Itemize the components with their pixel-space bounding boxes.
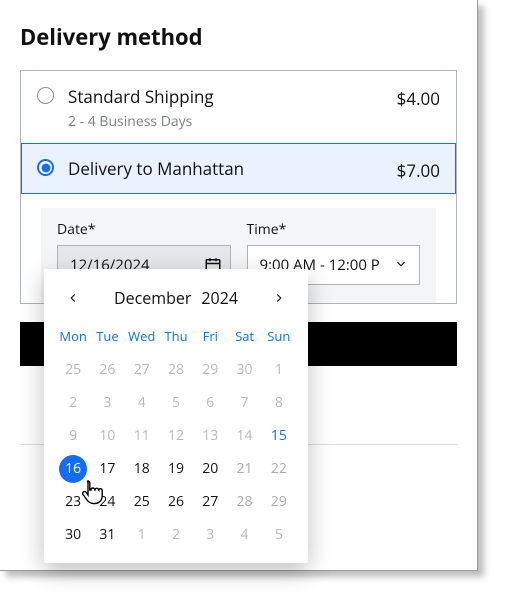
calendar-day: 14	[227, 419, 261, 452]
calendar-day: 11	[125, 419, 159, 452]
method-title: Standard Shipping	[68, 85, 397, 108]
calendar-day: 2	[56, 386, 90, 419]
calendar-day[interactable]: 16	[56, 452, 90, 485]
calendar-day[interactable]: 19	[159, 452, 193, 485]
calendar-day: 4	[227, 518, 261, 551]
calendar-day: 7	[227, 386, 261, 419]
time-label: Time*	[247, 220, 421, 239]
calendar-day[interactable]: 29	[262, 485, 296, 518]
week-row: 2526272829301	[44, 353, 308, 386]
calendar-day: 5	[262, 518, 296, 551]
calendar-day: 12	[159, 419, 193, 452]
calendar-day[interactable]: 17	[90, 452, 124, 485]
calendar-day: 3	[193, 518, 227, 551]
calendar-day: 26	[90, 353, 124, 386]
dow: Sun	[262, 323, 296, 353]
calendar-day: 1	[262, 353, 296, 386]
dow: Mon	[56, 323, 90, 353]
calendar-day[interactable]: 15	[262, 419, 296, 452]
week-row: 23242526272829	[44, 485, 308, 518]
calendar-day[interactable]: 23	[56, 485, 90, 518]
month-label: December	[114, 287, 191, 309]
method-price: $4.00	[397, 87, 440, 110]
calendar-day: 4	[125, 386, 159, 419]
section-title: Delivery method	[20, 22, 457, 52]
radio-icon[interactable]	[37, 87, 54, 104]
calendar-day: 1	[125, 518, 159, 551]
calendar-day[interactable]: 21	[227, 452, 261, 485]
calendar-day: 10	[90, 419, 124, 452]
dow: Wed	[125, 323, 159, 353]
date-picker-header: December 2024	[44, 269, 308, 323]
calendar-day: 29	[193, 353, 227, 386]
delivery-method-card: Delivery method Standard Shipping 2 - 4 …	[0, 0, 478, 571]
month-year-title: December 2024	[114, 287, 238, 309]
method-standard[interactable]: Standard Shipping 2 - 4 Business Days $4…	[21, 71, 456, 143]
calendar-day[interactable]: 22	[262, 452, 296, 485]
week-row: 9101112131415	[44, 419, 308, 452]
method-main: Standard Shipping 2 - 4 Business Days	[68, 85, 397, 131]
method-title: Delivery to Manhattan	[68, 157, 397, 180]
date-label: Date*	[57, 220, 231, 239]
calendar-day[interactable]: 26	[159, 485, 193, 518]
calendar-day: 9	[56, 419, 90, 452]
method-subtitle: 2 - 4 Business Days	[68, 112, 397, 131]
prev-month-button[interactable]	[62, 287, 84, 309]
calendar-day[interactable]: 31	[90, 518, 124, 551]
calendar-day: 8	[262, 386, 296, 419]
dow: Sat	[227, 323, 261, 353]
method-price: $7.00	[397, 159, 440, 182]
calendar-day: 2	[159, 518, 193, 551]
year-label: 2024	[201, 287, 238, 309]
dow: Thu	[159, 323, 193, 353]
dow-row: Mon Tue Wed Thu Fri Sat Sun	[44, 323, 308, 353]
calendar-day[interactable]: 18	[125, 452, 159, 485]
method-manhattan[interactable]: Delivery to Manhattan $7.00	[21, 143, 456, 194]
calendar-day: 5	[159, 386, 193, 419]
calendar-day[interactable]: 25	[125, 485, 159, 518]
radio-icon[interactable]	[37, 159, 54, 176]
week-row: 303112345	[44, 518, 308, 551]
dow: Tue	[90, 323, 124, 353]
date-picker-popover: December 2024 Mon Tue Wed Thu Fri Sat Su…	[44, 269, 308, 563]
calendar-day: 30	[227, 353, 261, 386]
next-month-button[interactable]	[268, 287, 290, 309]
dow: Fri	[193, 323, 227, 353]
calendar-day: 13	[193, 419, 227, 452]
calendar-day[interactable]: 27	[193, 485, 227, 518]
calendar-day[interactable]: 28	[227, 485, 261, 518]
calendar-day: 28	[159, 353, 193, 386]
weeks: 2526272829301234567891011121314151617181…	[44, 353, 308, 551]
method-main: Delivery to Manhattan	[68, 157, 397, 180]
calendar-day[interactable]: 30	[56, 518, 90, 551]
calendar-day: 25	[56, 353, 90, 386]
calendar-day: 27	[125, 353, 159, 386]
week-row: 2345678	[44, 386, 308, 419]
calendar-day: 6	[193, 386, 227, 419]
calendar-day: 3	[90, 386, 124, 419]
calendar-day[interactable]: 24	[90, 485, 124, 518]
week-row: 16171819202122	[44, 452, 308, 485]
calendar-day[interactable]: 20	[193, 452, 227, 485]
